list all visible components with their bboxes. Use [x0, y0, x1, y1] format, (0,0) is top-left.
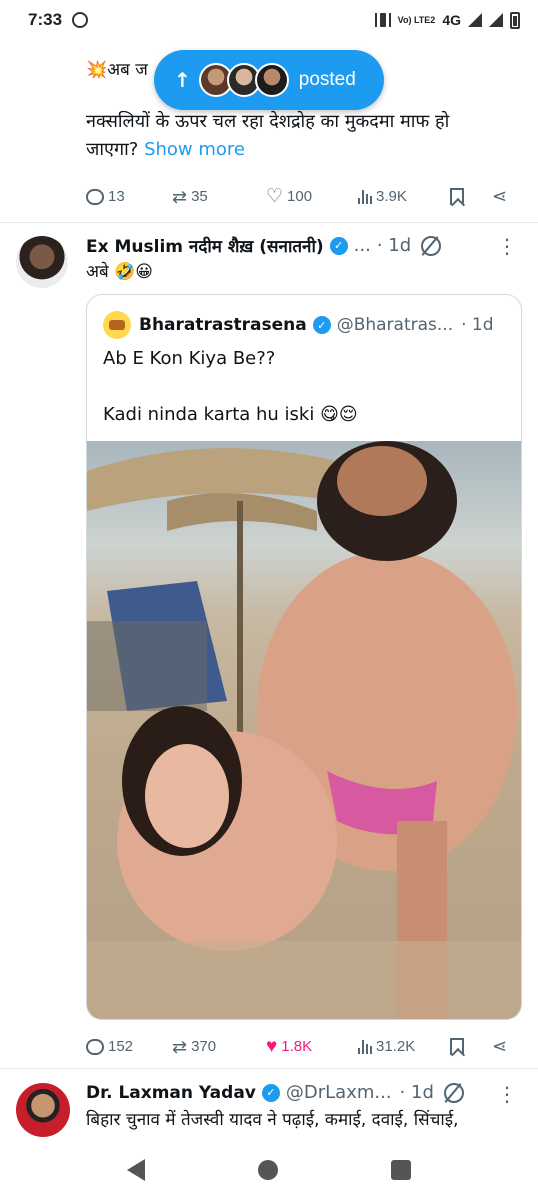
- vibrate-icon: [374, 13, 391, 27]
- clock: 7:33: [28, 10, 63, 29]
- verified-badge-icon: ✓: [261, 1083, 280, 1102]
- share-button[interactable]: ⋖: [492, 1036, 507, 1057]
- divider: [0, 222, 538, 223]
- tweet-time[interactable]: · 1d: [377, 235, 411, 256]
- volte-indicator: Vo) LTE2: [397, 14, 436, 25]
- tweet-body: नक्सलियों के ऊपर चल रहा देशद्रोह का मुकद…: [86, 111, 450, 160]
- tweet-text: अबे 🤣😀: [86, 262, 153, 282]
- quoted-author-avatar: [103, 311, 131, 339]
- whatsapp-icon: [72, 12, 89, 28]
- back-icon[interactable]: [126, 1158, 145, 1181]
- signal-icon: [468, 13, 482, 27]
- quoted-author-handle: @Bharatras...: [336, 315, 454, 335]
- quoted-tweet-text: Ab E Kon Kiya Be?? Kadi ninda karta hu i…: [103, 348, 358, 425]
- reply-count: 152: [108, 1038, 134, 1055]
- previous-tweet-text: नक्सलियों के ऊपर चल रहा देशद्रोह का मुकद…: [86, 108, 506, 164]
- header-ellipsis: ...: [353, 235, 371, 256]
- tweet-text: बिहार चुनाव में तेजस्वी यादव ने पढ़ाई, क…: [86, 1110, 459, 1130]
- author-avatar[interactable]: [16, 236, 68, 288]
- bookmark-button[interactable]: [450, 1038, 492, 1055]
- quoted-tweet-photo[interactable]: [87, 441, 521, 1019]
- author-handle[interactable]: @DrLaxm...: [286, 1082, 392, 1103]
- views-icon: [358, 1039, 372, 1054]
- beach-photo-illustration: [87, 441, 521, 1019]
- bookmark-icon: [450, 188, 464, 205]
- battery-icon: [510, 11, 520, 29]
- avatar: [254, 63, 289, 97]
- system-navigation-bar: [0, 1140, 538, 1199]
- view-count: 3.9K: [376, 188, 407, 205]
- like-count: 100: [287, 188, 313, 205]
- tweet-actions: 152 ⇄ 370 ♥ 1.8K 31.2K ⋖: [86, 1036, 516, 1057]
- repost-icon: ⇄: [172, 186, 188, 207]
- home-icon[interactable]: [257, 1159, 278, 1180]
- grok-icon[interactable]: [443, 1082, 464, 1103]
- signal-icon-2: [489, 13, 503, 27]
- posted-label: posted: [298, 69, 356, 90]
- views-button[interactable]: 3.9K: [358, 188, 450, 205]
- view-count: 31.2K: [376, 1038, 416, 1055]
- like-count: 1.8K: [281, 1038, 313, 1055]
- quoted-tweet-time: · 1d: [461, 315, 494, 335]
- bookmark-icon: [450, 1038, 464, 1055]
- grok-icon[interactable]: [421, 235, 442, 256]
- reply-count: 13: [108, 188, 125, 205]
- reply-icon: [86, 188, 104, 205]
- views-button[interactable]: 31.2K: [358, 1038, 450, 1055]
- reply-button[interactable]: 13: [86, 188, 172, 205]
- previous-tweet-actions: 13 ⇄ 35 ♡ 100 3.9K ⋖: [86, 186, 516, 207]
- share-button[interactable]: ⋖: [492, 186, 507, 207]
- heart-filled-icon: ♥: [266, 1035, 278, 1057]
- quoted-tweet-header: Bharatrastrasena ✓ @Bharatras... · 1d: [103, 311, 509, 339]
- reply-button[interactable]: 152: [86, 1038, 172, 1055]
- author-avatar[interactable]: [16, 1083, 70, 1137]
- share-icon: ⋖: [492, 1036, 508, 1056]
- heart-icon: ♡: [266, 185, 284, 207]
- like-button[interactable]: ♡ 100: [266, 185, 358, 207]
- verified-badge-icon: ✓: [312, 316, 331, 334]
- tweet-header: Ex Muslim नदीम शैख़ (सनातनी) ✓ ... · 1d: [86, 234, 526, 257]
- share-icon: ⋖: [492, 186, 508, 206]
- more-options-icon[interactable]: ⋮: [497, 1082, 517, 1106]
- quoted-author-name: Bharatrastrasena: [139, 315, 307, 335]
- status-bar: 7:33 Vo) LTE2 4G: [0, 0, 538, 40]
- recent-apps-icon[interactable]: [391, 1159, 412, 1180]
- author-name[interactable]: Dr. Laxman Yadav: [86, 1083, 256, 1103]
- arrow-up-icon: ↑: [174, 68, 191, 92]
- bookmark-button[interactable]: [450, 188, 492, 205]
- show-more-link[interactable]: Show more: [144, 139, 245, 160]
- author-name[interactable]: Ex Muslim नदीम शैख़ (सनातनी): [86, 234, 324, 257]
- status-icons: Vo) LTE2 4G: [374, 11, 520, 29]
- more-options-icon[interactable]: ⋮: [497, 234, 517, 258]
- verified-badge-icon: ✓: [329, 236, 348, 255]
- tweet-time[interactable]: · 1d: [400, 1082, 434, 1103]
- repost-button[interactable]: ⇄ 370: [172, 1036, 266, 1057]
- quoted-tweet[interactable]: Bharatrastrasena ✓ @Bharatras... · 1d Ab…: [86, 294, 522, 1020]
- like-button[interactable]: ♥ 1.8K: [266, 1035, 358, 1057]
- repost-count: 370: [191, 1038, 217, 1055]
- repost-count: 35: [191, 188, 208, 205]
- repost-icon: ⇄: [172, 1036, 188, 1057]
- views-icon: [358, 189, 372, 204]
- new-posts-pill[interactable]: ↑ posted: [154, 50, 384, 110]
- tweet-header: Dr. Laxman Yadav ✓ @DrLaxm... · 1d: [86, 1082, 526, 1103]
- network-type: 4G: [442, 12, 461, 28]
- reply-icon: [86, 1038, 104, 1055]
- divider: [0, 1068, 538, 1069]
- repost-button[interactable]: ⇄ 35: [172, 186, 266, 207]
